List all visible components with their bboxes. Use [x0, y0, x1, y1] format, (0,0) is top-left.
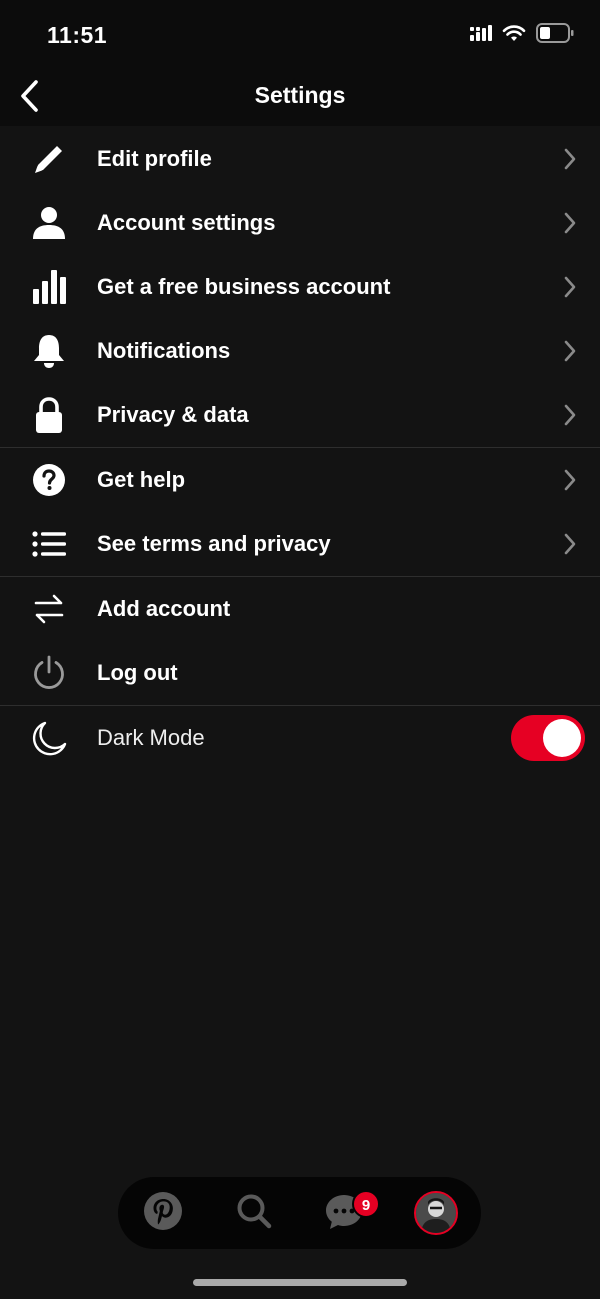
settings-item-label: Get a free business account [97, 274, 391, 299]
settings-item-business-account[interactable]: Get a free business account [0, 255, 600, 319]
settings-item-get-help[interactable]: Get help [0, 448, 600, 512]
settings-item-terms-privacy[interactable]: See terms and privacy [0, 512, 600, 576]
settings-item-label: Log out [97, 660, 178, 685]
nav-header: Settings [0, 70, 600, 126]
pinterest-logo-icon [143, 1191, 183, 1236]
lock-icon [30, 396, 68, 434]
battery-icon [536, 22, 574, 48]
settings-item-dark-mode: Dark Mode [0, 706, 600, 770]
chevron-right-icon [562, 211, 578, 235]
tab-profile[interactable] [414, 1191, 458, 1235]
settings-item-label: Privacy & data [97, 402, 249, 427]
settings-item-add-account[interactable]: Add account [0, 577, 600, 641]
settings-item-notifications[interactable]: Notifications [0, 319, 600, 383]
tab-bar: 9 [118, 1177, 481, 1249]
chevron-right-icon [562, 147, 578, 171]
swap-arrows-icon [30, 590, 68, 628]
chevron-right-icon [562, 339, 578, 363]
settings-item-label: Notifications [97, 338, 231, 363]
settings-item-label: Edit profile [97, 146, 212, 171]
search-icon [235, 1192, 273, 1235]
person-icon [30, 204, 68, 242]
messages-badge: 9 [352, 1190, 380, 1218]
bell-icon [30, 332, 68, 370]
status-time: 11:51 [47, 22, 108, 48]
status-bar: 11:51 [0, 0, 600, 70]
wifi-icon [502, 24, 526, 47]
page-title: Settings [254, 82, 346, 108]
home-indicator [193, 1279, 407, 1286]
bar-chart-icon [30, 268, 68, 306]
tab-home[interactable] [141, 1191, 185, 1235]
chevron-right-icon [562, 403, 578, 427]
chevron-right-icon [562, 532, 578, 556]
dark-mode-toggle[interactable] [511, 715, 585, 761]
settings-item-log-out[interactable]: Log out [0, 641, 600, 705]
chevron-right-icon [562, 468, 578, 492]
toggle-knob [543, 719, 581, 757]
pencil-icon [30, 140, 68, 178]
settings-list: Edit profile Account settings Get a free… [0, 127, 600, 770]
tab-search[interactable] [232, 1191, 276, 1235]
settings-item-account-settings[interactable]: Account settings [0, 191, 600, 255]
settings-item-label: Get help [97, 467, 186, 492]
dark-mode-label: Dark Mode [97, 725, 205, 750]
avatar-icon [416, 1193, 456, 1233]
chevron-right-icon [562, 275, 578, 299]
settings-item-label: Account settings [97, 210, 276, 235]
question-icon [30, 461, 68, 499]
cellular-signal-icon [470, 24, 492, 46]
settings-item-edit-profile[interactable]: Edit profile [0, 127, 600, 191]
settings-item-label: Add account [97, 596, 231, 621]
status-icons [470, 22, 574, 48]
power-icon [30, 654, 68, 692]
settings-item-privacy-data[interactable]: Privacy & data [0, 383, 600, 447]
moon-icon [30, 719, 68, 757]
settings-item-label: See terms and privacy [97, 531, 331, 556]
list-icon [30, 525, 68, 563]
